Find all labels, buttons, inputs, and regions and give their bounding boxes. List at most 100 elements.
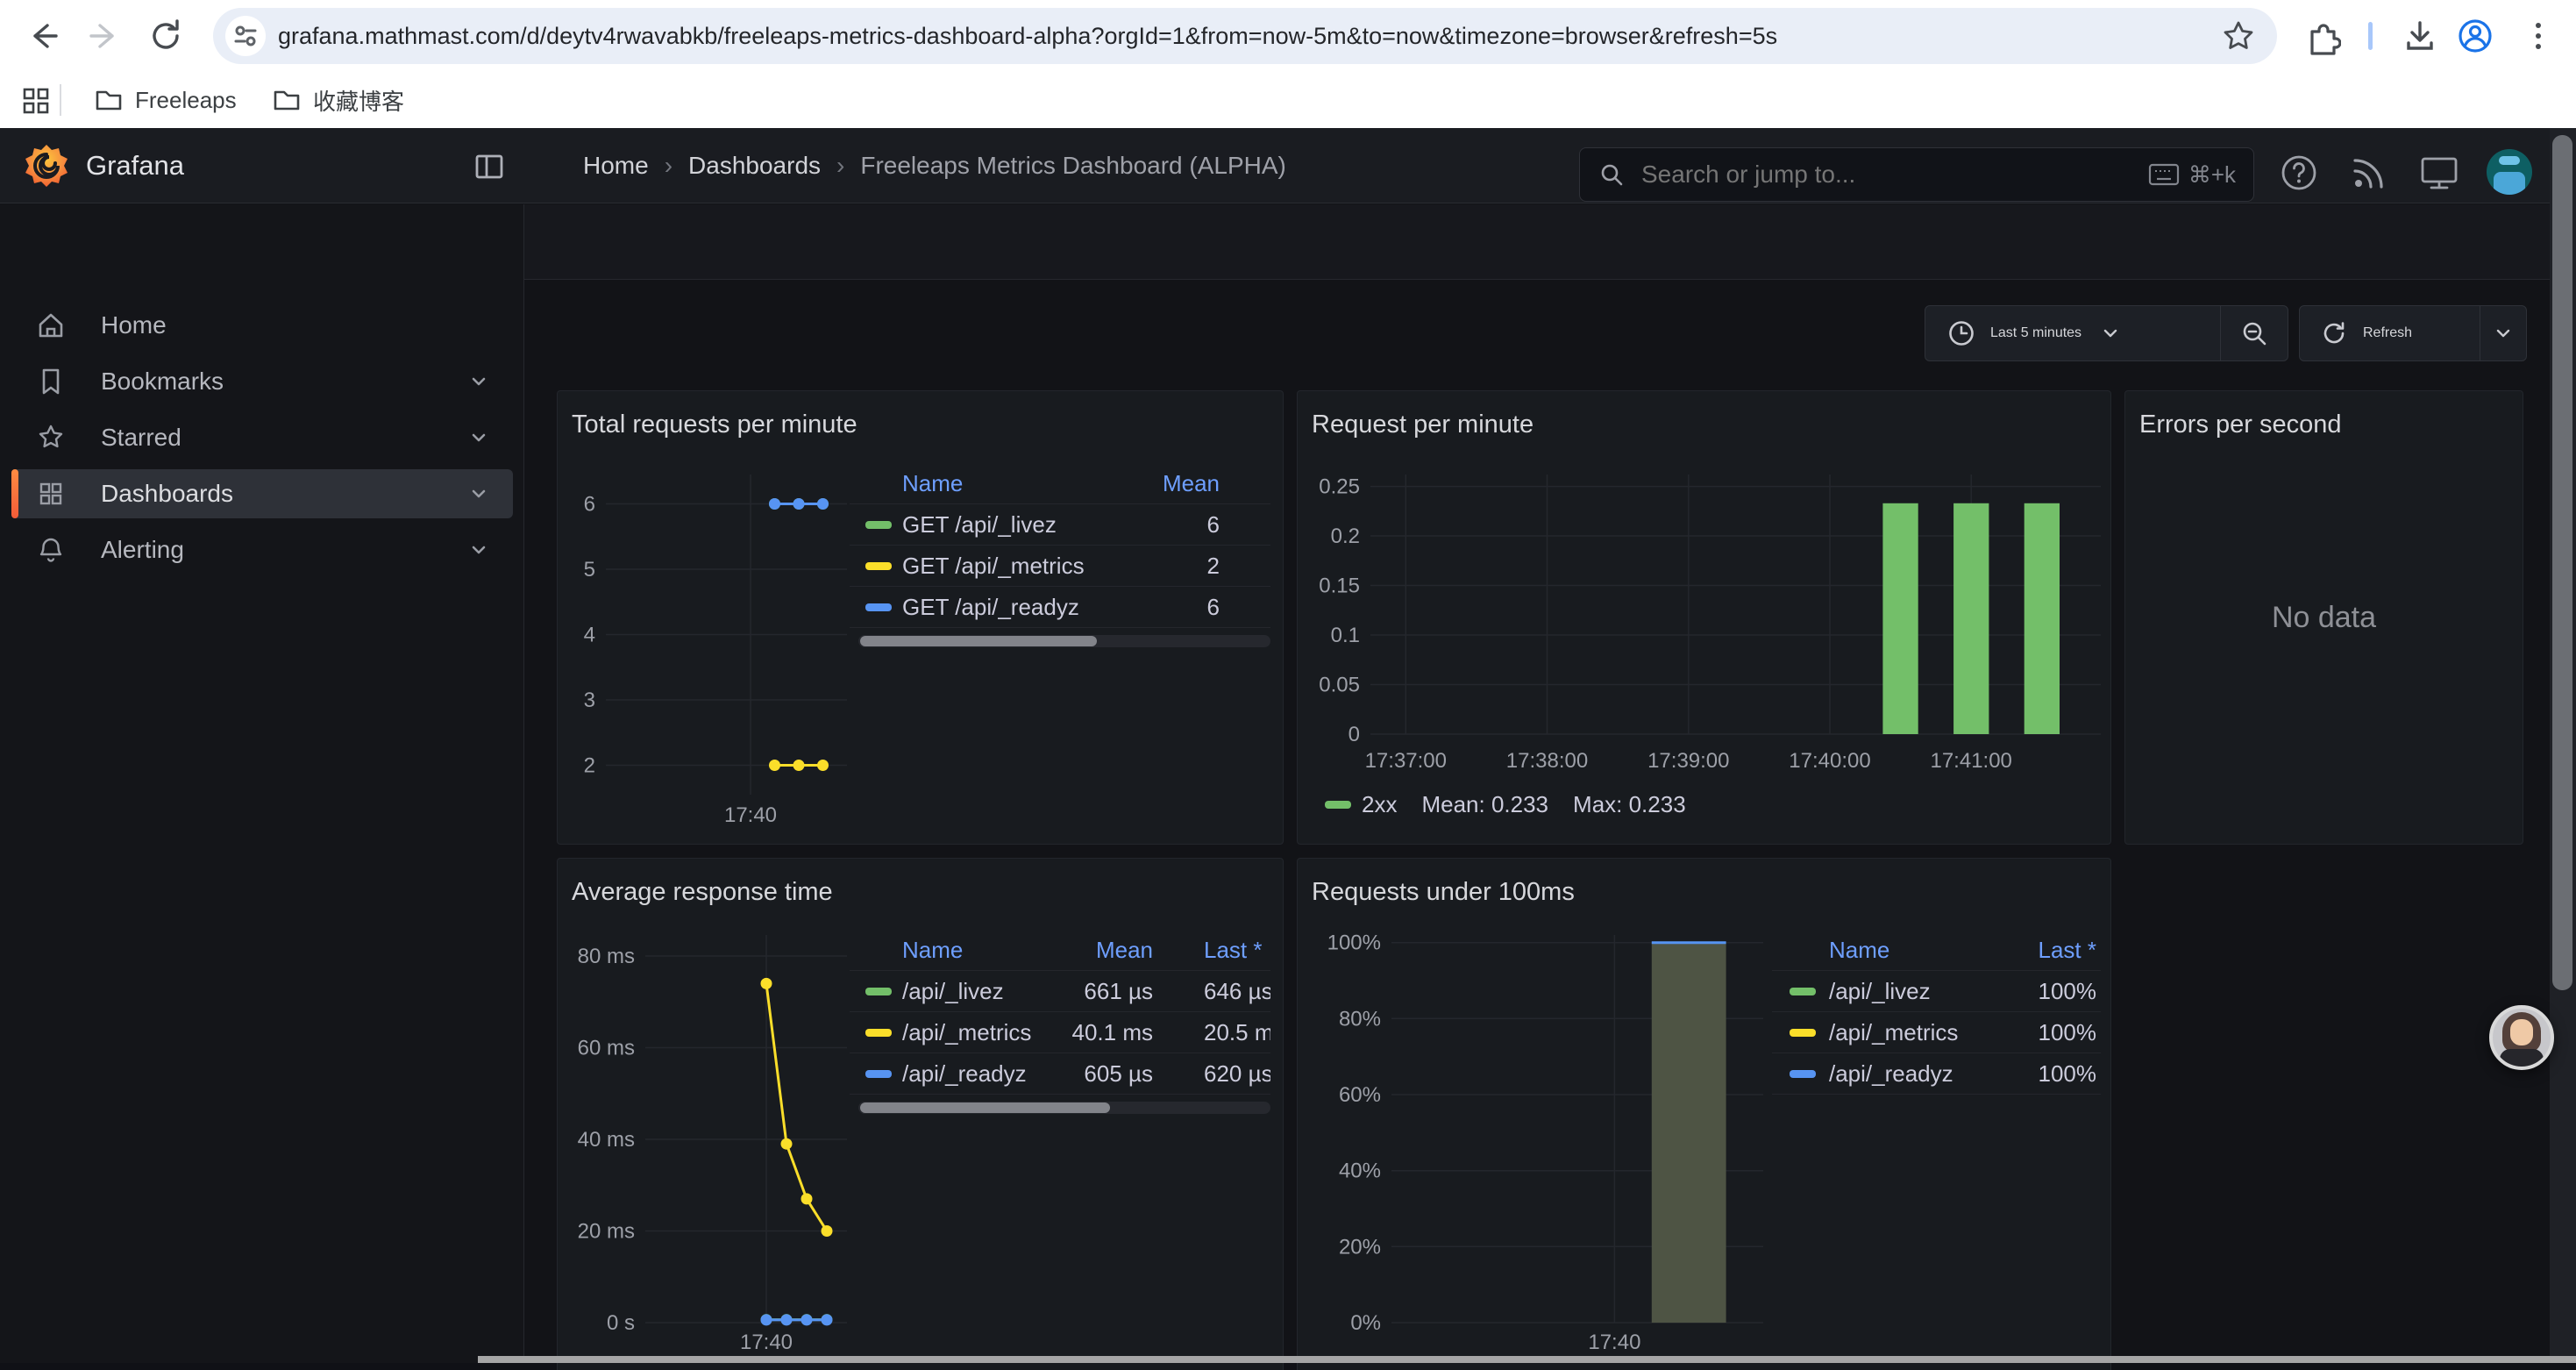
- news-rss-icon[interactable]: [2346, 150, 2392, 196]
- search-input[interactable]: [1640, 160, 2148, 189]
- panel-errors-per-second: Errors per second No data: [2124, 390, 2523, 845]
- chevron-down-icon[interactable]: [467, 426, 490, 449]
- legend-row[interactable]: /api/_metrics 100%: [1772, 1012, 2101, 1053]
- apps-grid-icon[interactable]: [19, 84, 53, 118]
- avg-response-time-chart[interactable]: 80 ms60 ms40 ms20 ms0 s17:40: [571, 922, 850, 1364]
- sidebar-item-starred[interactable]: Starred: [11, 413, 513, 462]
- under-100ms-chart[interactable]: 100%80%60%40%20%0%17:40: [1311, 922, 1765, 1364]
- forward-icon[interactable]: [84, 16, 125, 56]
- search-shortcut: ⌘+k: [2148, 161, 2236, 189]
- panel-title[interactable]: Requests under 100ms: [1312, 878, 1575, 907]
- sidebar-item-label: Home: [101, 311, 513, 339]
- svg-text:0.15: 0.15: [1319, 574, 1360, 598]
- bookmark-folder-blogs[interactable]: 收藏博客: [259, 81, 416, 119]
- series-swatch: [865, 1070, 892, 1078]
- series-swatch: [1790, 988, 1816, 995]
- total-requests-chart[interactable]: 6543217:40: [571, 457, 850, 834]
- scrollbar-thumb[interactable]: [2552, 135, 2572, 990]
- sidebar-item-alerting[interactable]: Alerting: [11, 525, 513, 574]
- legend-col-last[interactable]: Last *: [1982, 931, 2096, 970]
- chevron-down-icon[interactable]: [467, 370, 490, 393]
- series-name: GET /api/_livez: [902, 504, 1057, 545]
- legend-col-name[interactable]: Name: [1829, 931, 1889, 970]
- panel-total-requests: Total requests per minute 6543217:40 Nam…: [557, 390, 1284, 845]
- svg-text:20%: 20%: [1339, 1235, 1381, 1259]
- breadcrumb-home[interactable]: Home: [583, 152, 649, 180]
- refresh-button[interactable]: Refresh: [2300, 306, 2480, 360]
- sidebar-item-bookmarks[interactable]: Bookmarks: [11, 357, 513, 406]
- panel-title[interactable]: Request per minute: [1312, 410, 1534, 439]
- chevron-down-icon[interactable]: [467, 482, 490, 505]
- breadcrumb: Home › Dashboards › Freeleaps Metrics Da…: [583, 128, 1286, 203]
- series-swatch: [865, 1029, 892, 1037]
- legend-row[interactable]: GET /api/_metrics 2: [850, 546, 1270, 587]
- series-swatch: [865, 521, 892, 529]
- extensions-icon[interactable]: [2301, 16, 2341, 56]
- sidebar-item-dashboards[interactable]: Dashboards: [11, 469, 513, 518]
- legend-row[interactable]: /api/_readyz 100%: [1772, 1053, 2101, 1095]
- time-range-picker[interactable]: Last 5 minutes: [1925, 306, 2220, 360]
- sidebar-item-label: Dashboards: [101, 480, 467, 508]
- series-swatch: [1790, 1070, 1816, 1078]
- legend-row[interactable]: /api/_metrics 40.1 ms 20.5 ms: [850, 1012, 1270, 1053]
- page-scrollbar[interactable]: [2550, 128, 2576, 1363]
- legend-row[interactable]: /api/_readyz 605 µs 620 µs: [850, 1053, 1270, 1095]
- svg-text:3: 3: [584, 689, 595, 712]
- breadcrumb-separator: ›: [649, 152, 688, 180]
- site-settings-icon[interactable]: [225, 16, 266, 56]
- sidebar-collapse-icon[interactable]: [472, 149, 507, 184]
- legend-row[interactable]: GET /api/_readyz 6: [850, 587, 1270, 628]
- grafana-top-nav: Grafana Home › Dashboards › Freeleaps Me…: [0, 128, 2576, 203]
- legend-table: Name Mean Last * /api/_livez 661 µs 646 …: [850, 931, 1270, 1095]
- time-range-label: Last 5 minutes: [1990, 325, 2081, 341]
- chevron-down-icon: [2099, 322, 2122, 345]
- series-last: 100%: [1982, 1012, 2096, 1052]
- legend-col-last[interactable]: Last *: [1204, 931, 1270, 970]
- series-last: 100%: [1982, 971, 2096, 1011]
- legend-table: Name Last * /api/_livez 100% /api/_metri…: [1772, 931, 2101, 1095]
- browser-menu-icon[interactable]: [2518, 16, 2558, 56]
- download-icon[interactable]: [2400, 16, 2440, 56]
- refresh-label: Refresh: [2363, 325, 2412, 341]
- back-icon[interactable]: [23, 16, 63, 56]
- legend-col-mean[interactable]: Mean: [1088, 464, 1220, 503]
- svg-text:17:37:00: 17:37:00: [1365, 749, 1447, 773]
- legend-col-name[interactable]: Name: [902, 464, 963, 503]
- grafana-logo[interactable]: [23, 142, 70, 191]
- assistant-avatar[interactable]: [2489, 1005, 2554, 1070]
- dashboard-toolbar: Export Share: [524, 204, 2576, 280]
- help-icon[interactable]: [2276, 150, 2322, 196]
- refresh-interval-button[interactable]: [2480, 306, 2526, 360]
- alerting-bell-icon: [36, 535, 66, 565]
- legend-row[interactable]: GET /api/_livez 6: [850, 504, 1270, 546]
- legend-col-name[interactable]: Name: [902, 931, 963, 970]
- brand-name[interactable]: Grafana: [86, 150, 184, 182]
- legend-scrollbar[interactable]: [858, 635, 1270, 647]
- breadcrumb-dashboards[interactable]: Dashboards: [688, 152, 821, 180]
- panel-title[interactable]: Average response time: [572, 878, 833, 907]
- bookmark-folder-freeleaps[interactable]: Freeleaps: [81, 81, 249, 119]
- url-bar[interactable]: grafana.mathmast.com/d/deytv4rwavabkb/fr…: [213, 8, 2277, 64]
- panel-title[interactable]: Errors per second: [2139, 410, 2342, 439]
- sidebar-item-home[interactable]: Home: [11, 301, 513, 350]
- svg-text:17:40: 17:40: [724, 803, 777, 827]
- series-last: 20.5 ms: [1204, 1012, 1270, 1052]
- chevron-down-icon[interactable]: [467, 539, 490, 561]
- legend-scrollbar[interactable]: [858, 1102, 1270, 1114]
- legend-col-mean[interactable]: Mean: [1021, 931, 1153, 970]
- panel-title[interactable]: Total requests per minute: [572, 410, 857, 439]
- request-per-minute-chart[interactable]: 0.250.20.150.10.05017:37:0017:38:0017:39…: [1311, 457, 2105, 781]
- keyboard-icon: [2148, 162, 2180, 187]
- profile-icon[interactable]: [2455, 16, 2495, 56]
- bookmark-star-icon[interactable]: [2219, 17, 2258, 55]
- user-avatar[interactable]: [2487, 149, 2532, 195]
- search-box[interactable]: ⌘+k: [1579, 147, 2254, 202]
- legend-row[interactable]: /api/_livez 100%: [1772, 971, 2101, 1012]
- series-last: 100%: [1982, 1053, 2096, 1094]
- legend-row[interactable]: /api/_livez 661 µs 646 µs: [850, 971, 1270, 1012]
- series-last: 620 µs: [1204, 1053, 1270, 1094]
- zoom-out-button[interactable]: [2221, 306, 2288, 360]
- series-name[interactable]: 2xx: [1362, 791, 1397, 818]
- monitor-icon[interactable]: [2416, 150, 2462, 196]
- reload-icon[interactable]: [146, 16, 186, 56]
